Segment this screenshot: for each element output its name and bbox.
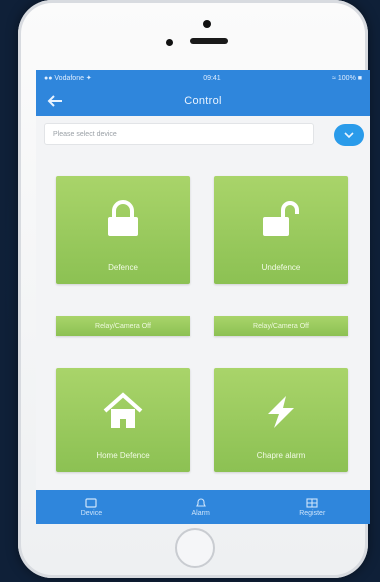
sensor-dot: [166, 39, 173, 46]
phone-home-button[interactable]: [175, 528, 215, 568]
app-screen: ●● Vodafone ✦ 09:41 ≈ 100% ■ Control Ple…: [36, 70, 370, 524]
time-label: 09:41: [203, 74, 221, 82]
camera-icon: [203, 20, 211, 28]
home-defence-label: Home Defence: [96, 451, 150, 460]
status-bar: ●● Vodafone ✦ 09:41 ≈ 100% ■: [36, 70, 370, 86]
device-placeholder: Please select device: [53, 130, 117, 138]
device-action-button[interactable]: [334, 124, 364, 146]
home-defence-tile[interactable]: Home Defence: [56, 368, 190, 472]
chevron-down-icon: [344, 132, 354, 139]
tab-register[interactable]: Register: [299, 497, 326, 517]
register-tab-icon: [306, 497, 318, 508]
defence-label: Defence: [108, 263, 138, 272]
earpiece-speaker: [190, 38, 228, 44]
carrier-label: ●● Vodafone ✦: [44, 75, 92, 82]
tab-device-label: Device: [80, 509, 103, 517]
battery-label: ≈ 100% ■: [332, 74, 362, 82]
tab-bar: Device Alarm Register: [36, 490, 370, 524]
lightning-icon: [268, 396, 294, 428]
chapre-alarm-tile[interactable]: Chapre alarm: [214, 368, 348, 472]
back-button[interactable]: [46, 93, 64, 109]
device-selector-row: Please select device: [36, 116, 370, 152]
lock-open-icon: [263, 201, 299, 236]
relay-camera-off-label-1: Relay/Camera Off: [95, 322, 151, 330]
undefence-tile[interactable]: Undefence: [214, 176, 348, 284]
defence-tile[interactable]: Defence: [56, 176, 190, 284]
lock-closed-icon: [108, 200, 138, 236]
house-icon: [103, 392, 143, 428]
nav-bar: Control: [36, 86, 370, 116]
relay-camera-off-label-2: Relay/Camera Off: [253, 322, 309, 330]
alarm-tab-icon: [195, 498, 206, 507]
page-title: Control: [184, 95, 222, 107]
device-select-field[interactable]: Please select device: [44, 123, 314, 145]
tab-device[interactable]: Device: [80, 497, 103, 517]
tab-alarm[interactable]: Alarm: [192, 498, 210, 517]
chapre-alarm-label: Chapre alarm: [256, 451, 306, 460]
undefence-label: Undefence: [261, 263, 301, 272]
device-tab-icon: [85, 497, 98, 508]
back-arrow-icon: [47, 95, 62, 107]
relay-camera-off-button-1[interactable]: Relay/Camera Off: [56, 316, 190, 336]
tab-register-label: Register: [299, 509, 326, 517]
relay-camera-off-button-2[interactable]: Relay/Camera Off: [214, 316, 348, 336]
tab-alarm-label: Alarm: [191, 509, 210, 517]
